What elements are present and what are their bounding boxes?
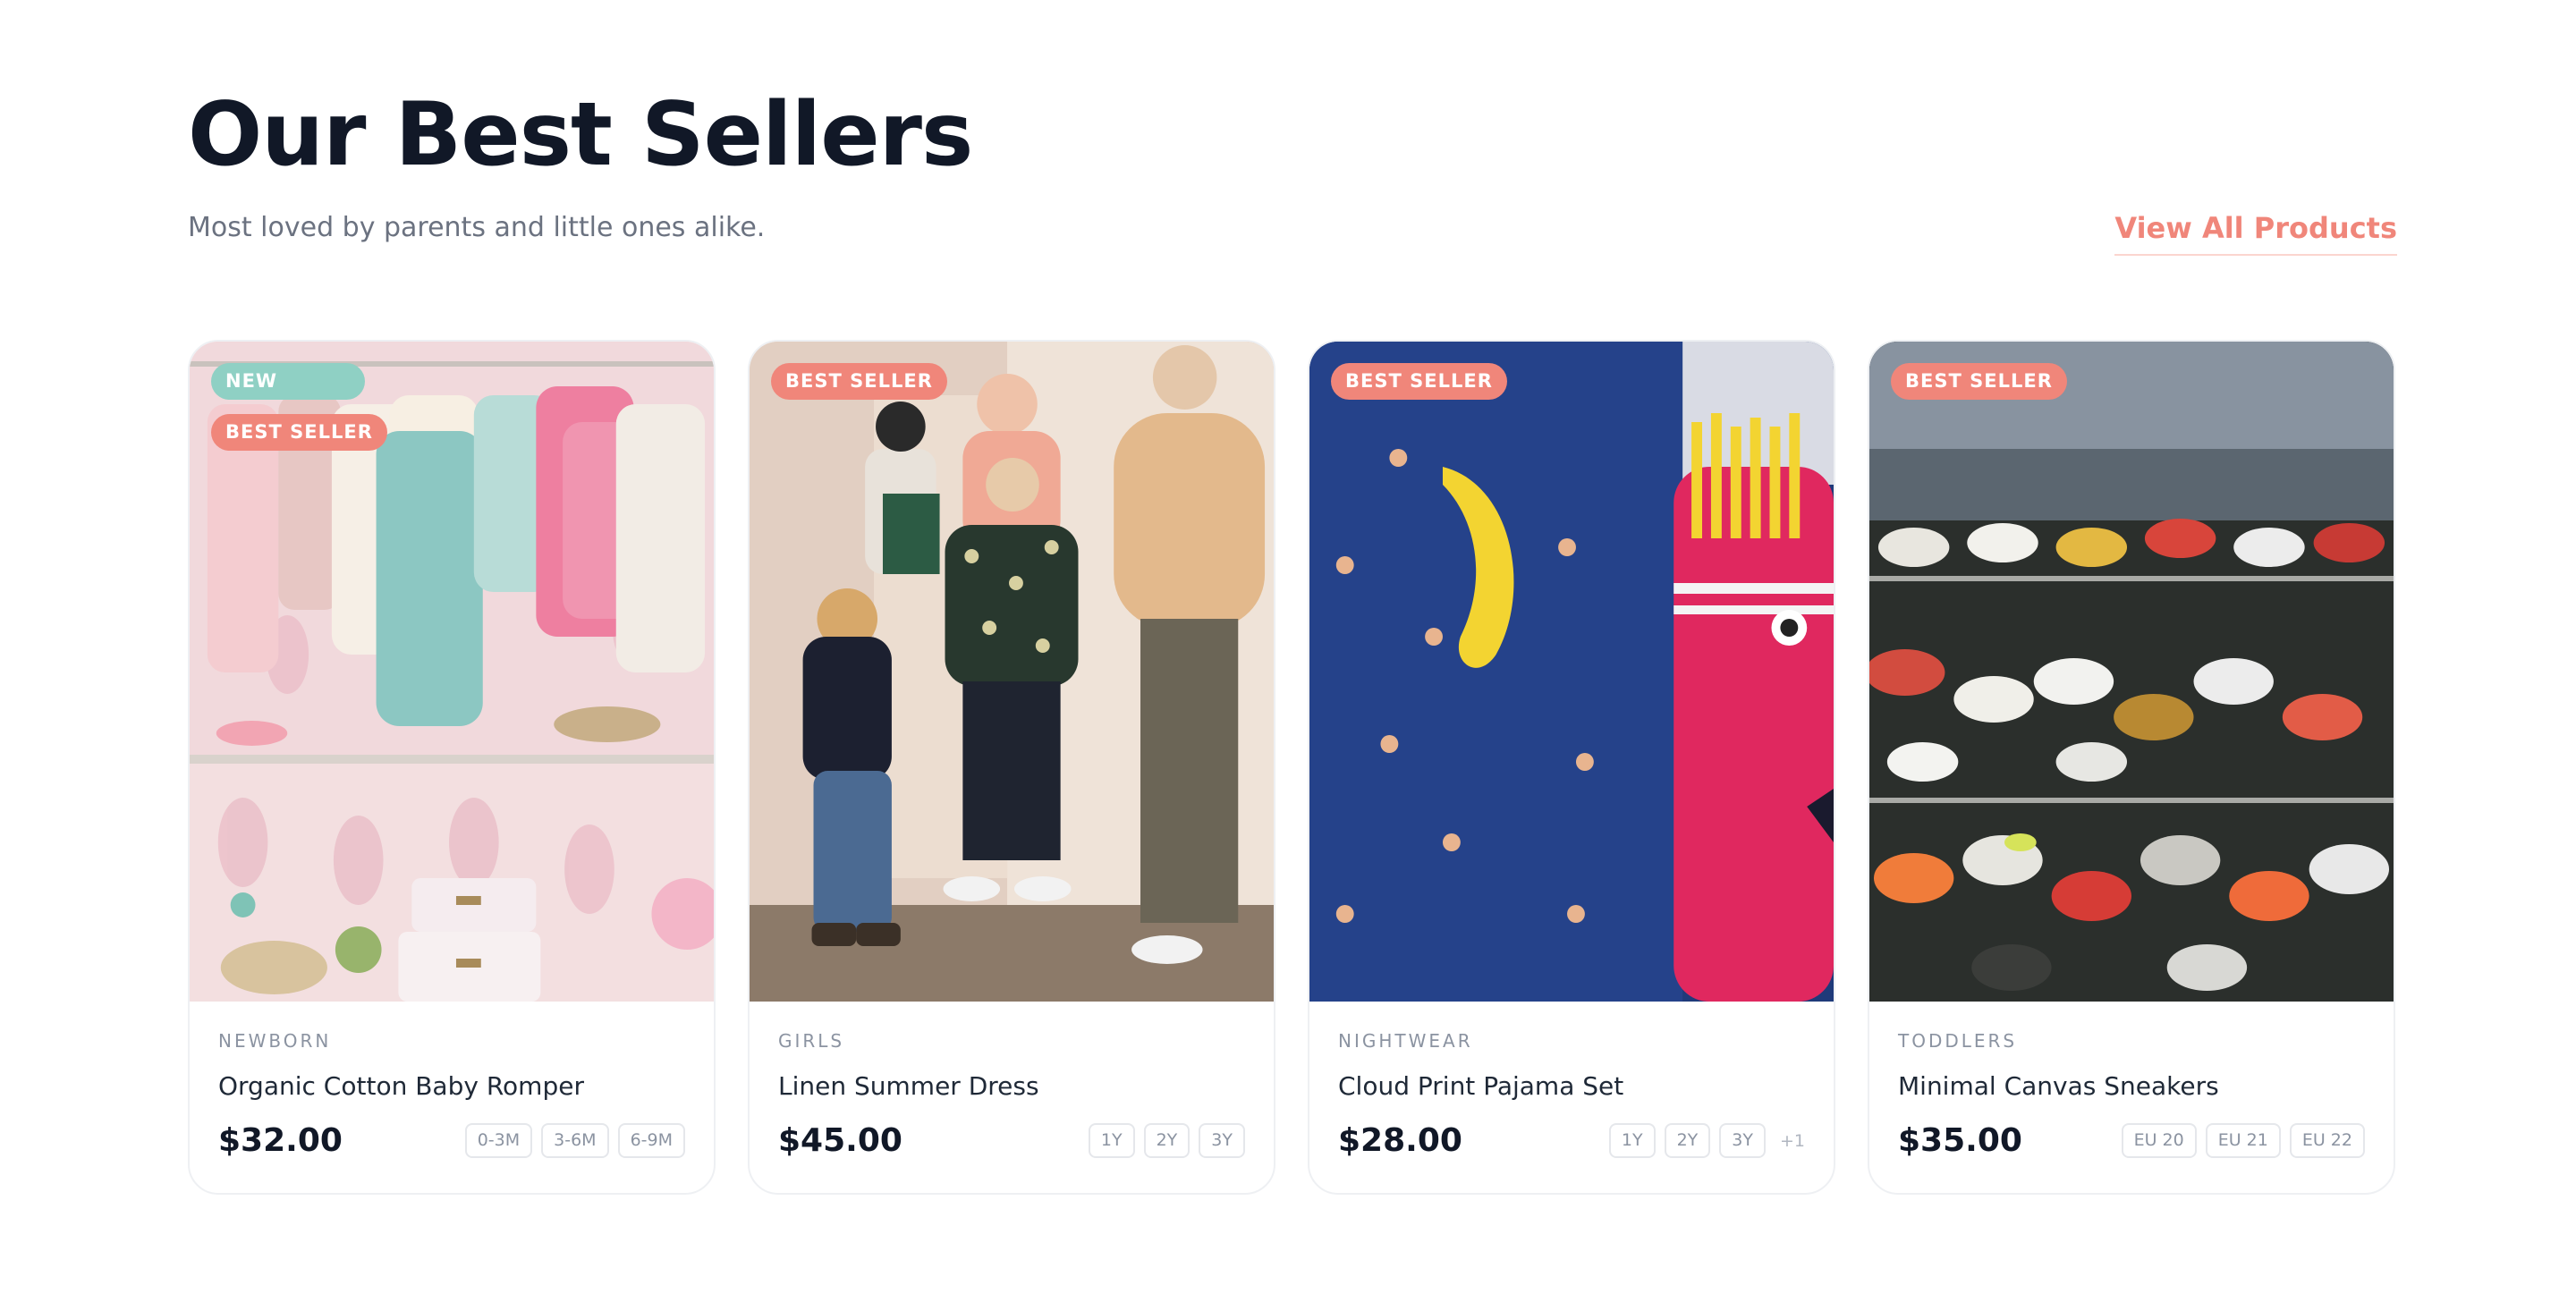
size-options: EU 20 EU 21 EU 22 — [2121, 1123, 2365, 1158]
product-name[interactable]: Cloud Print Pajama Set — [1338, 1071, 1805, 1101]
product-info: NEWBORN Organic Cotton Baby Romper $32.0… — [218, 1030, 685, 1159]
size-chip[interactable]: 3-6M — [541, 1123, 609, 1158]
store-window-mannequins-image — [750, 342, 1274, 1002]
best-seller-badge: BEST SELLER — [211, 414, 387, 451]
section-title: Our Best Sellers — [188, 84, 973, 186]
product-image: NEW BEST SELLER — [190, 342, 714, 1002]
size-chip[interactable]: 3Y — [1199, 1123, 1245, 1158]
best-seller-badge: BEST SELLER — [771, 363, 947, 400]
more-sizes-indicator[interactable]: +1 — [1780, 1131, 1805, 1151]
best-seller-badge: BEST SELLER — [1331, 363, 1507, 400]
product-card[interactable]: BEST SELLER GIRLS Linen Summer Dress $45… — [748, 340, 1275, 1195]
size-options: 1Y 2Y 3Y — [1088, 1123, 1245, 1158]
badge-stack: BEST SELLER — [1891, 363, 2067, 400]
product-card[interactable]: BEST SELLER NIGHTWEAR Cloud Print Pajama… — [1308, 340, 1835, 1195]
product-price: $45.00 — [778, 1122, 902, 1159]
size-chip[interactable]: 2Y — [1143, 1123, 1191, 1158]
size-chip[interactable]: 2Y — [1664, 1123, 1711, 1158]
size-options: 1Y 2Y 3Y +1 — [1608, 1123, 1805, 1158]
size-chip[interactable]: 3Y — [1719, 1123, 1766, 1158]
new-badge: NEW — [211, 363, 365, 400]
size-chip[interactable]: 6-9M — [617, 1123, 685, 1158]
size-chip[interactable]: 1Y — [1088, 1123, 1135, 1158]
size-chip[interactable]: 1Y — [1608, 1123, 1656, 1158]
badge-stack: BEST SELLER — [771, 363, 947, 400]
product-category: NEWBORN — [218, 1030, 332, 1052]
product-name[interactable]: Organic Cotton Baby Romper — [218, 1071, 685, 1101]
product-info: NIGHTWEAR Cloud Print Pajama Set $28.00 … — [1338, 1030, 1805, 1159]
size-chip[interactable]: EU 21 — [2205, 1123, 2281, 1158]
section-subtitle: Most loved by parents and little ones al… — [188, 212, 766, 243]
product-info: TODDLERS Minimal Canvas Sneakers $35.00 … — [1898, 1030, 2365, 1159]
size-chip[interactable]: 0-3M — [464, 1123, 533, 1158]
product-name[interactable]: Linen Summer Dress — [778, 1071, 1245, 1101]
product-image: BEST SELLER — [1309, 342, 1834, 1002]
price-row: $28.00 1Y 2Y 3Y +1 — [1338, 1122, 1805, 1159]
product-image: BEST SELLER — [1869, 342, 2394, 1002]
size-options: 0-3M 3-6M 6-9M — [464, 1123, 685, 1158]
price-row: $45.00 1Y 2Y 3Y — [778, 1122, 1245, 1159]
size-chip[interactable]: EU 20 — [2121, 1123, 2197, 1158]
badge-stack: BEST SELLER — [1331, 363, 1507, 400]
badge-stack: NEW BEST SELLER — [211, 363, 387, 451]
product-price: $32.00 — [218, 1122, 343, 1159]
product-info: GIRLS Linen Summer Dress $45.00 1Y 2Y 3Y — [778, 1030, 1245, 1159]
product-card[interactable]: NEW BEST SELLER NEWBORN Organic Cotton B… — [188, 340, 716, 1195]
product-category: GIRLS — [778, 1030, 845, 1052]
product-image: BEST SELLER — [750, 342, 1274, 1002]
product-price: $35.00 — [1898, 1122, 2022, 1159]
view-all-products-link[interactable]: View All Products — [2114, 211, 2397, 256]
product-name[interactable]: Minimal Canvas Sneakers — [1898, 1071, 2365, 1101]
patterned-socks-image — [1309, 342, 1834, 1002]
size-chip[interactable]: EU 22 — [2289, 1123, 2365, 1158]
product-grid: NEW BEST SELLER NEWBORN Organic Cotton B… — [188, 340, 2397, 1195]
sneaker-shelf-image — [1869, 342, 2394, 1002]
product-category: NIGHTWEAR — [1338, 1030, 1473, 1052]
price-row: $32.00 0-3M 3-6M 6-9M — [218, 1122, 685, 1159]
best-seller-badge: BEST SELLER — [1891, 363, 2067, 400]
product-price: $28.00 — [1338, 1122, 1462, 1159]
price-row: $35.00 EU 20 EU 21 EU 22 — [1898, 1122, 2365, 1159]
product-category: TODDLERS — [1898, 1030, 2018, 1052]
product-card[interactable]: BEST SELLER TODDLERS Minimal Canvas Snea… — [1868, 340, 2395, 1195]
